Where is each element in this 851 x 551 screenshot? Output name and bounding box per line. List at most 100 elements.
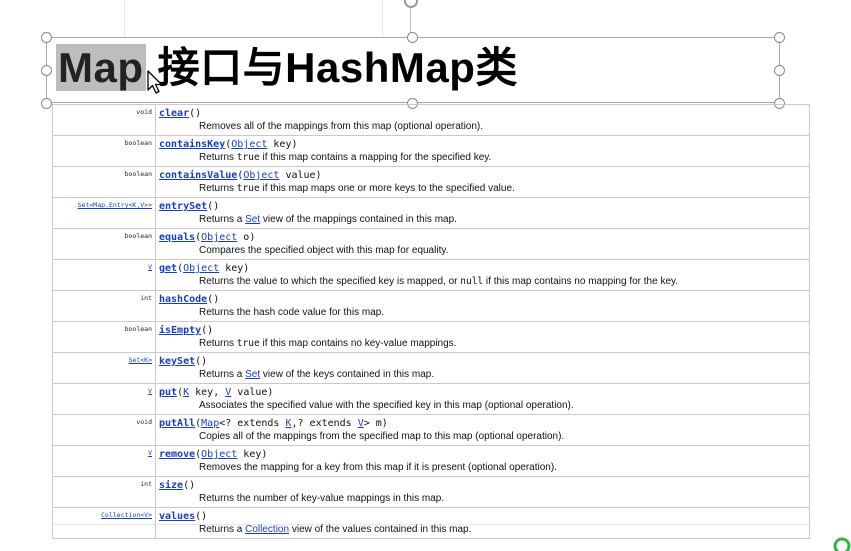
signature-text: ,? extends <box>291 418 358 429</box>
method-cell: remove(Object key) Removes the mapping fo… <box>155 445 810 477</box>
selected-title-text[interactable]: Map <box>56 44 146 91</box>
slide-title[interactable]: Map 接口与HashMap类 <box>56 40 518 102</box>
return-type-cell[interactable]: V <box>52 383 156 415</box>
table-row: boolean containsKey(Object key) Returns tr… <box>52 135 810 167</box>
method-description: Returns a Collection view of the values … <box>159 523 809 536</box>
method-description: Copies all of the mappings from the spec… <box>199 431 565 442</box>
editor-guide-line <box>124 0 125 37</box>
description-text: view of the keys contained in this map. <box>260 369 435 380</box>
description-text: view of the mappings contained in this m… <box>260 214 457 225</box>
method-signature: containsKey(Object key) <box>159 138 809 151</box>
method-signature: entrySet() <box>159 200 809 213</box>
table-row: boolean containsValue(Object value) Return… <box>52 166 810 198</box>
method-description: Compares the specified object with this … <box>199 245 449 256</box>
return-type-cell[interactable]: V <box>52 445 156 477</box>
param-type-link[interactable]: Map <box>201 418 219 429</box>
method-description: Associates the specified value with the … <box>199 400 574 411</box>
method-name-link[interactable]: containsValue <box>159 170 237 181</box>
resize-handle-middle-right[interactable] <box>774 65 785 76</box>
signature-text: key) <box>237 449 268 460</box>
method-name-link[interactable]: putAll <box>159 418 195 429</box>
code-literal: true <box>236 152 260 163</box>
description-link[interactable]: Set <box>245 214 260 225</box>
method-name-link[interactable]: size <box>159 480 183 491</box>
param-type-link[interactable]: Object <box>183 263 219 274</box>
return-type-cell: void <box>52 104 156 136</box>
table-row: boolean equals(Object o) Compares the spec… <box>52 228 810 260</box>
method-name-link[interactable]: put <box>159 387 177 398</box>
description-text: view of the values contained in this map… <box>289 524 472 535</box>
table-row: Vget(Object key) Returns the value to whi… <box>52 259 810 291</box>
method-description: Returns true if this map contains no key… <box>159 337 809 350</box>
method-cell: containsKey(Object key) Returns true if t… <box>155 135 810 167</box>
table-row: Collection<V> values() Returns a Collectio… <box>52 507 810 539</box>
signature-params: () <box>195 356 208 367</box>
resize-handle-middle-left[interactable] <box>41 65 52 76</box>
code-literal: true <box>236 183 260 194</box>
method-name-link[interactable]: values <box>159 511 195 522</box>
description-text: Returns <box>199 338 237 349</box>
method-description: Returns the value to which the specified… <box>159 275 809 288</box>
resize-handle-bottom-left[interactable] <box>41 98 52 109</box>
method-signature: values() <box>159 510 809 523</box>
return-type-cell[interactable]: Collection<V> <box>52 507 156 539</box>
signature-text: key, <box>189 387 226 398</box>
return-type-cell[interactable]: V <box>52 259 156 291</box>
return-type-cell: boolean <box>52 321 156 353</box>
method-name-link[interactable]: equals <box>159 232 195 243</box>
description-link[interactable]: Collection <box>245 524 289 535</box>
method-name-link[interactable]: hashCode <box>159 294 207 305</box>
method-cell: putAll(Map<? extends K,? extends V> m) Co… <box>155 414 810 446</box>
description-link[interactable]: Set <box>245 369 260 380</box>
return-type-cell[interactable]: Set<K> <box>52 352 156 384</box>
return-type-cell[interactable]: Set<Map.Entry<K,V>> <box>52 197 156 229</box>
table-row: int hashCode() Returns the hash code value… <box>52 290 810 322</box>
method-cell: equals(Object o) Compares the specified o… <box>155 228 810 260</box>
method-name-link[interactable]: entrySet <box>159 201 207 212</box>
param-type-link[interactable]: Object <box>231 139 267 150</box>
description-text: if this map contains no mapping for the … <box>483 276 679 287</box>
table-row: Vremove(Object key) Removes the mapping f… <box>52 445 810 477</box>
param-type-link[interactable]: Object <box>243 170 279 181</box>
description-text: Returns <box>199 183 237 194</box>
param-type-link[interactable]: Object <box>201 232 237 243</box>
return-type-cell: int <box>52 290 156 322</box>
method-cell: values() Returns a Collection view of the… <box>155 507 810 539</box>
signature-text: value) <box>279 170 322 181</box>
method-name-link[interactable]: clear <box>159 108 189 119</box>
method-signature: putAll(Map<? extends K,? extends V> m) <box>159 417 809 430</box>
resize-handle-top-left[interactable] <box>41 32 52 43</box>
method-name-link[interactable]: keySet <box>159 356 195 367</box>
table-row: Set<K> keySet() Returns a Set view of the … <box>52 352 810 384</box>
method-cell: get(Object key) Returns the value to whic… <box>155 259 810 291</box>
return-type-cell: boolean <box>52 166 156 198</box>
table-row: void clear() Removes all of the mappings f… <box>52 104 810 136</box>
method-description: Returns a Set view of the mappings conta… <box>159 213 809 226</box>
method-signature: clear() <box>159 107 809 120</box>
method-name-link[interactable]: containsKey <box>159 139 225 150</box>
method-name-link[interactable]: isEmpty <box>159 325 201 336</box>
rotate-handle-icon[interactable] <box>404 0 418 8</box>
return-type-cell: boolean <box>52 228 156 260</box>
method-name-link[interactable]: remove <box>159 449 195 460</box>
table-row: int size() Returns the number of key-value… <box>52 476 810 508</box>
method-signature: get(Object key) <box>159 262 809 275</box>
signature-params: () <box>183 480 196 491</box>
signature-params: () <box>207 201 220 212</box>
method-name-link[interactable]: get <box>159 263 177 274</box>
param-type-link[interactable]: Object <box>201 449 237 460</box>
method-summary-table: void clear() Removes all of the mappings f… <box>52 104 810 539</box>
resize-handle-top-right[interactable] <box>774 32 785 43</box>
description-text: Returns a <box>199 214 246 225</box>
method-cell: put(K key, V value) Associates the specif… <box>155 383 810 415</box>
signature-text: o) <box>237 232 256 243</box>
method-description: Returns a Set view of the keys contained… <box>159 368 809 381</box>
editor-guide-line <box>382 0 383 37</box>
app-logo-icon <box>833 537 851 551</box>
description-text: Returns a <box>199 369 246 380</box>
method-signature: containsValue(Object value) <box>159 169 809 182</box>
signature-text: > m) <box>363 418 388 429</box>
title-text[interactable]: 接口与HashMap类 <box>146 44 518 91</box>
signature-params: () <box>207 294 220 305</box>
table-row: Vput(K key, V value) Associates the speci… <box>52 383 810 415</box>
